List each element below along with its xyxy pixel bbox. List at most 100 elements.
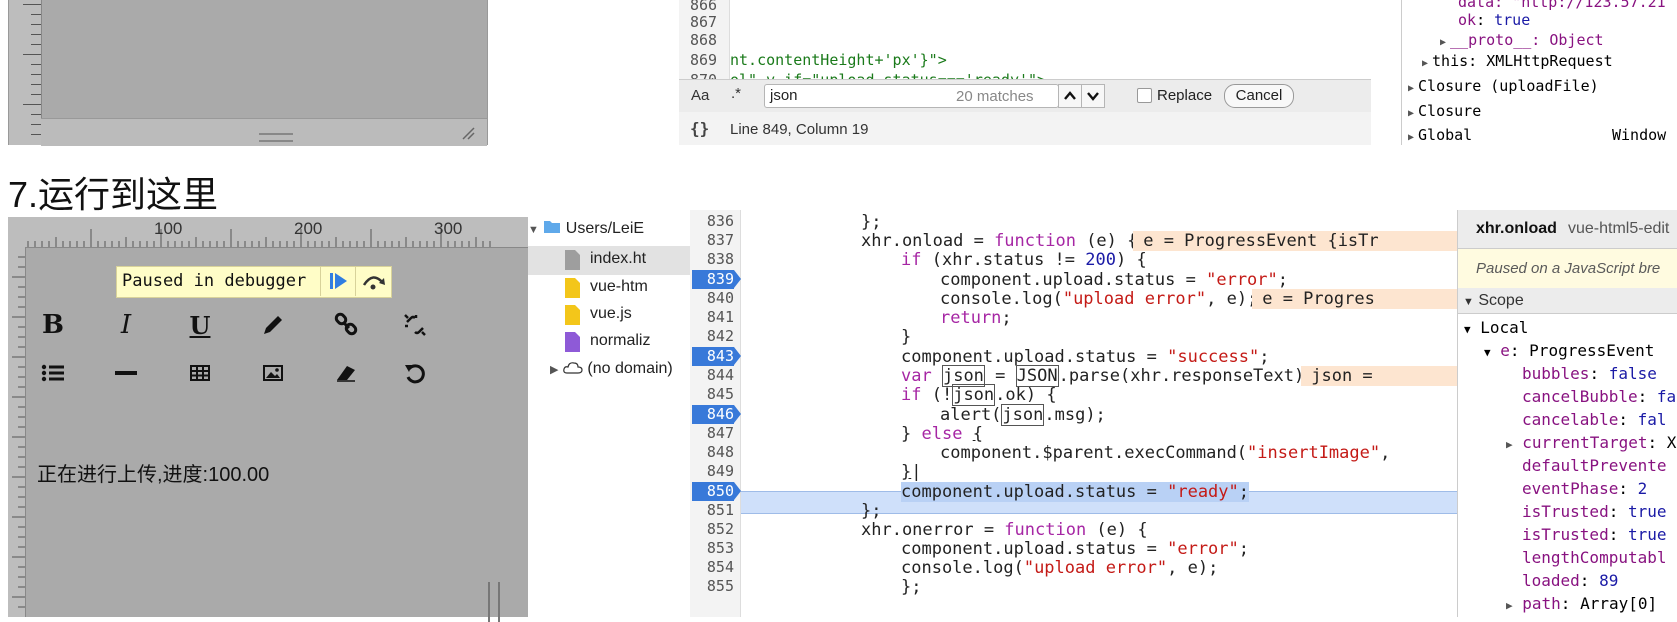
scope-prop[interactable]: ▶ currentTarget: X xyxy=(1506,433,1676,452)
breakpoint-tip xyxy=(734,482,741,500)
tree-file[interactable]: normaliz xyxy=(590,332,650,350)
line-number[interactable]: 841 xyxy=(696,308,734,326)
line-number[interactable]: 848 xyxy=(696,443,734,461)
paused-message: Paused on a JavaScript bre xyxy=(1458,249,1677,289)
scope-this-line[interactable]: ▶ this: XMLHttpRequest xyxy=(1422,52,1613,70)
list-icon[interactable] xyxy=(33,355,73,391)
image-icon[interactable] xyxy=(253,355,293,391)
cancel-button[interactable]: Cancel xyxy=(1224,84,1294,108)
scope-closure[interactable]: ▶ Closure xyxy=(1408,102,1481,120)
scope-prop[interactable]: ▶ path: Array[0] xyxy=(1506,594,1657,613)
prop-value: fa xyxy=(1656,387,1677,406)
cursor-position: Line 849, Column 19 xyxy=(730,121,869,138)
find-query[interactable]: json xyxy=(770,87,798,104)
expand-arrow-icon[interactable]: ▶ xyxy=(1422,58,1428,69)
find-next-button[interactable] xyxy=(1081,84,1105,108)
underline-icon[interactable]: U xyxy=(180,307,220,343)
match-case-toggle[interactable]: Aa xyxy=(691,87,709,104)
scope-prop[interactable]: defaultPrevente xyxy=(1522,456,1667,475)
line-number[interactable]: 842 xyxy=(696,327,734,345)
collapse-arrow-icon[interactable]: ▼ xyxy=(1464,323,1471,336)
expand-arrow-icon[interactable]: ▶ xyxy=(1440,37,1446,48)
scope-event[interactable]: ▼ e: ProgressEvent xyxy=(1484,341,1654,360)
scope-prop[interactable]: isTrusted: true xyxy=(1522,502,1667,521)
line-number[interactable]: 843 xyxy=(696,347,734,365)
line-number[interactable]: 854 xyxy=(696,558,734,576)
pretty-print-button[interactable]: {} xyxy=(690,119,709,138)
code-line: } xyxy=(901,327,912,347)
expand-arrow-icon[interactable]: ▶ xyxy=(1506,438,1513,451)
bold-icon[interactable]: B xyxy=(33,307,73,343)
call-frame-header[interactable]: xhr.onload vue-html5-edit xyxy=(1458,210,1677,249)
line-number[interactable]: 850 xyxy=(696,482,734,500)
tree-file[interactable]: vue-htm xyxy=(590,278,648,296)
expand-arrow-icon[interactable]: ▶ xyxy=(1506,599,1513,612)
drag-handle-icon[interactable] xyxy=(259,133,293,142)
resize-grip-icon[interactable] xyxy=(461,126,475,140)
tree-file[interactable]: vue.js xyxy=(590,305,632,323)
line-number[interactable]: 853 xyxy=(696,539,734,557)
scope-prop[interactable]: eventPhase: 2 xyxy=(1522,479,1647,498)
tree-no-domain[interactable]: ▶ (no domain) xyxy=(550,360,673,378)
link-icon[interactable] xyxy=(326,307,366,343)
line-number[interactable]: 849 xyxy=(696,462,734,480)
scope-proto-line[interactable]: ▶ __proto__: Object xyxy=(1440,31,1604,49)
line-number[interactable]: 851 xyxy=(696,501,734,519)
unlink-icon[interactable] xyxy=(395,307,435,343)
italic-icon[interactable]: I xyxy=(106,307,146,343)
expand-arrow-icon[interactable]: ▶ xyxy=(1408,83,1414,94)
scope-global[interactable]: ▶ Global xyxy=(1408,126,1472,144)
tree-file[interactable]: index.ht xyxy=(590,250,646,268)
expand-arrow-icon[interactable]: ▼ xyxy=(528,224,539,236)
scrollbar-handle[interactable] xyxy=(488,582,500,622)
eraser-icon[interactable] xyxy=(326,355,366,391)
undo-icon[interactable] xyxy=(395,355,435,391)
collapse-arrow-icon[interactable]: ▼ xyxy=(1463,296,1474,308)
horizontal-rule-icon[interactable] xyxy=(106,355,146,391)
expand-arrow-icon[interactable]: ▶ xyxy=(1408,132,1414,143)
scope-section-header[interactable]: ▼ Scope xyxy=(1458,288,1677,314)
scope-prop[interactable]: cancelable: fal xyxy=(1522,410,1667,429)
replace-checkbox[interactable] xyxy=(1137,88,1152,103)
line-number: 869 xyxy=(690,51,718,69)
find-previous-button[interactable] xyxy=(1058,84,1082,108)
scope-prop[interactable]: isTrusted: true xyxy=(1522,525,1667,544)
code-line: xhr.onerror = function (e) { xyxy=(861,520,1148,540)
scope-closure-upload[interactable]: ▶ Closure (uploadFile) xyxy=(1408,77,1599,95)
step-over-icon xyxy=(362,276,385,290)
table-icon[interactable] xyxy=(180,355,220,391)
line-number[interactable]: 837 xyxy=(696,231,734,249)
resume-button[interactable] xyxy=(320,266,355,296)
line-number[interactable]: 852 xyxy=(696,520,734,538)
line-number[interactable]: 844 xyxy=(696,366,734,384)
scope-local[interactable]: ▼ Local xyxy=(1464,318,1528,337)
replace-label[interactable]: Replace xyxy=(1157,87,1212,104)
prop-key: defaultPrevente xyxy=(1522,456,1667,475)
step-over-button[interactable] xyxy=(355,266,391,296)
tree-folder[interactable]: ▼ Users/LeiE xyxy=(528,219,644,238)
expand-arrow-icon[interactable]: ▶ xyxy=(550,364,558,376)
horizontal-ruler: 100 200 300 xyxy=(8,217,528,248)
line-number[interactable]: 845 xyxy=(696,385,734,403)
line-number[interactable]: 836 xyxy=(696,212,734,230)
line-number[interactable]: 840 xyxy=(696,289,734,307)
scope-global-value: Window xyxy=(1612,126,1667,144)
pencil-icon[interactable] xyxy=(253,307,293,343)
folder-icon xyxy=(544,221,561,233)
line-number[interactable]: 839 xyxy=(696,270,734,288)
line-number[interactable]: 847 xyxy=(696,424,734,442)
code-line: if (!json.ok) { xyxy=(901,384,1057,406)
prop-value: true xyxy=(1494,11,1531,29)
scope-prop[interactable]: lengthComputabl xyxy=(1522,548,1667,567)
line-number[interactable]: 855 xyxy=(696,577,734,595)
scope-prop[interactable]: cancelBubble: fa xyxy=(1522,387,1676,406)
scope-prop[interactable]: loaded: 89 xyxy=(1522,571,1618,590)
line-number[interactable]: 838 xyxy=(696,250,734,268)
expand-arrow-icon[interactable]: ▶ xyxy=(1408,108,1414,119)
collapse-arrow-icon[interactable]: ▼ xyxy=(1484,346,1491,359)
scope-label: Global xyxy=(1418,126,1473,144)
regex-toggle[interactable]: .* xyxy=(731,85,741,102)
scope-prop[interactable]: bubbles: false xyxy=(1522,364,1657,383)
prop-key: loaded xyxy=(1522,571,1580,590)
line-number[interactable]: 846 xyxy=(696,405,734,423)
